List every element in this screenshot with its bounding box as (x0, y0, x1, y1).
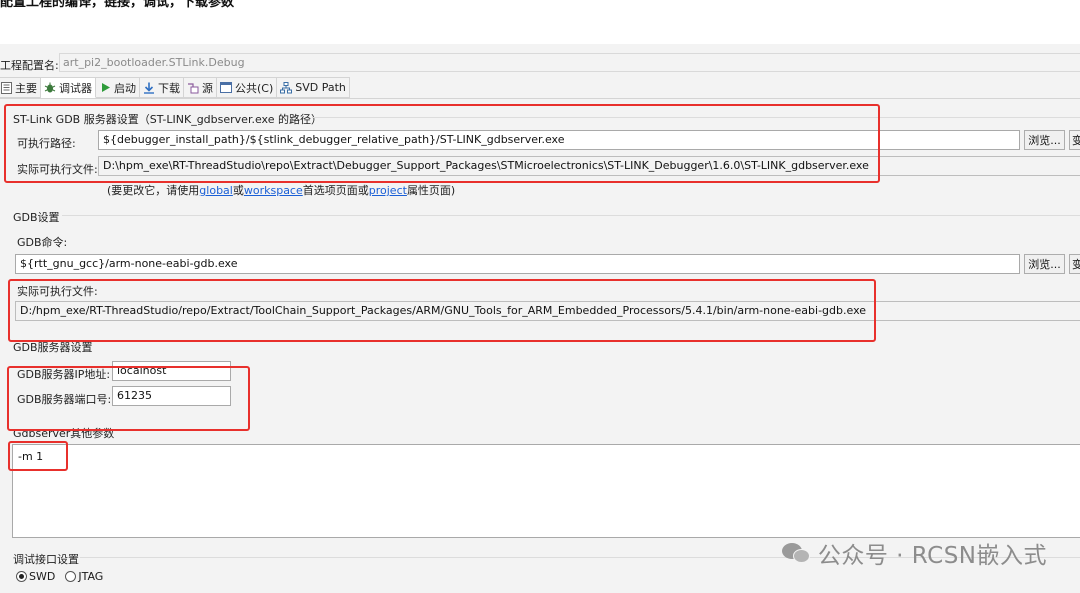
tab-source[interactable]: 源 (184, 77, 217, 98)
workspace-preferences-link[interactable]: workspace (244, 184, 303, 197)
gdb-server-ip-label: GDB服务器IP地址: (17, 368, 111, 381)
global-preferences-link[interactable]: global (199, 184, 233, 197)
tab-svd-path[interactable]: SVD Path (277, 77, 350, 98)
jtag-radio-label: JTAG (78, 570, 104, 583)
tab-debugger[interactable]: 调试器 (41, 77, 96, 98)
interface-radio-group: SWD JTAG (16, 570, 103, 583)
gdb-actual-exec-field: D:/hpm_exe/RT-ThreadStudio/repo/Extract/… (15, 301, 1080, 321)
tab-startup[interactable]: 启动 (96, 77, 140, 98)
startup-tab-icon (99, 82, 111, 94)
gdb-group-title: GDB设置 (13, 211, 60, 224)
gdb-actual-exec-label: 实际可执行文件: (17, 285, 98, 298)
gdb-command-label: GDB命令: (17, 236, 68, 249)
project-properties-link[interactable]: project (369, 184, 407, 197)
svd-tab-icon (280, 81, 293, 94)
stlink-actual-exec-field: D:\hpm_exe\RT-ThreadStudio\repo\Extract\… (98, 156, 1080, 176)
tab-svd-path-label: SVD Path (295, 81, 346, 94)
tab-source-label: 源 (202, 81, 213, 95)
debug-interface-title: 调试接口设置 (13, 553, 79, 566)
tab-common[interactable]: 公共(C) (217, 77, 278, 98)
gdbserver-args-title: Gdbserver其他参数 (13, 427, 115, 440)
tab-bar: 主要 调试器 启动 下载 源 公共(C) SVD Path (0, 77, 350, 98)
gdb-browse-button[interactable]: 浏览... (1024, 254, 1065, 274)
config-name-field[interactable]: art_pi2_bootloader.STLink.Debug (59, 53, 1080, 72)
config-name-label: 工程配置名: (0, 59, 59, 72)
hint-mid: 首选项页面或 (302, 184, 369, 197)
jtag-radio[interactable] (65, 571, 77, 582)
swd-radio[interactable] (16, 571, 27, 582)
gdb-server-port-field[interactable]: 61235 (112, 386, 231, 406)
swd-radio-label: SWD (29, 570, 56, 583)
tab-common-label: 公共(C) (235, 81, 274, 95)
exec-path-label: 可执行路径: (17, 137, 76, 150)
stlink-variables-button[interactable]: 变 (1069, 130, 1080, 150)
gdb-server-ip-field[interactable]: localhost (112, 361, 231, 381)
source-tab-icon (187, 82, 199, 94)
wechat-icon (781, 541, 812, 565)
download-tab-icon (143, 82, 155, 94)
tab-download-label: 下载 (158, 81, 180, 95)
watermark-text: 公众号 · RCSN嵌入式 (817, 543, 1047, 569)
tab-startup-label: 启动 (114, 81, 136, 95)
stlink-browse-button[interactable]: 浏览... (1024, 130, 1065, 150)
gdb-command-field[interactable]: ${rtt_gnu_gcc}/arm-none-eabi-gdb.exe (15, 254, 1020, 274)
hint-or: 或 (232, 184, 244, 197)
main-tab-icon (0, 81, 12, 94)
preferences-hint: (要更改它，请使用global或workspace首选项页面或project属性… (107, 182, 455, 198)
watermark: 公众号 · RCSN嵌入式 (781, 536, 1047, 570)
group-divider (62, 215, 1080, 216)
tab-debugger-label: 调试器 (59, 81, 92, 95)
article-heading: 配置工程的编译，链接，调试，下载参数 (0, 0, 235, 10)
debugger-tab-icon (44, 82, 56, 94)
stlink-actual-exec-label: 实际可执行文件: (17, 163, 98, 176)
tab-download[interactable]: 下载 (140, 77, 184, 98)
gdb-server-port-label: GDB服务器端口号: (17, 393, 112, 406)
hint-suffix: 属性页面) (406, 184, 456, 197)
gdb-variables-button[interactable]: 变 (1069, 254, 1080, 274)
tab-main-label: 主要 (15, 81, 37, 95)
hint-prefix: (要更改它，请使用 (107, 184, 200, 197)
gdbserver-args-textarea[interactable]: -m 1 (12, 444, 1080, 538)
stlink-group-title: ST-Link GDB 服务器设置（ST-LINK_gdbserver.exe … (13, 113, 322, 126)
tab-main[interactable]: 主要 (0, 77, 41, 98)
exec-path-field[interactable]: ${debugger_install_path}/${stlink_debugg… (98, 130, 1020, 150)
common-tab-icon (220, 82, 232, 94)
gdb-server-group-title: GDB服务器设置 (13, 341, 93, 354)
group-divider (312, 117, 1080, 118)
